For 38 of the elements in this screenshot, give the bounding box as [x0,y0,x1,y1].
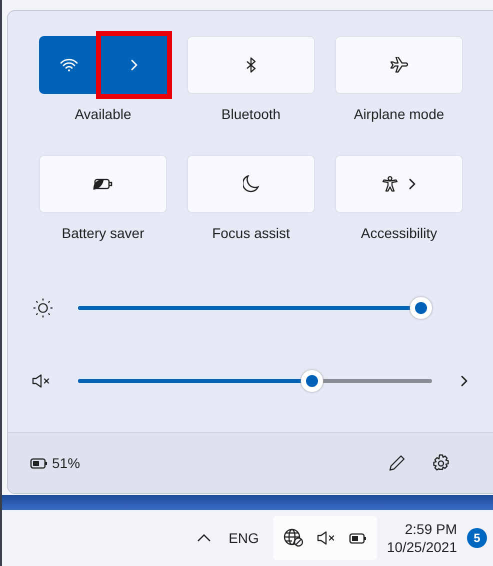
tile-label: Airplane mode [354,106,444,122]
quick-toggle-button[interactable] [335,36,463,94]
globe-blocked-icon [282,528,305,548]
slider-thumb[interactable] [300,370,323,392]
slider-track[interactable] [78,297,432,319]
quick-toggle-button[interactable] [187,36,315,94]
slider-track[interactable] [78,370,432,392]
airplane-icon [389,57,409,73]
chevron-right-icon [460,375,468,387]
battery-saver-icon [92,177,114,191]
battery-percentage: 51% [52,455,80,471]
battery-icon [348,532,367,544]
wifi-icon [60,58,78,72]
pencil-icon [388,454,406,472]
notification-badge: 5 [467,528,487,548]
speaker-muted-icon [32,374,52,388]
brightness-icon [32,298,54,318]
quick-toggle-button[interactable] [39,155,167,213]
tile-label: Available [74,106,132,122]
battery-icon [30,458,48,468]
system-tray-button[interactable] [272,516,377,560]
bluetooth-icon [246,57,256,73]
tile-label: Bluetooth [221,106,281,122]
speaker-muted-icon [316,531,337,545]
tile-label: Battery saver [62,225,144,241]
language-indicator[interactable]: ENG [224,526,263,550]
tile-label: Accessibility [360,225,438,241]
accessibility-icon [382,176,398,192]
quick-toggle-button[interactable] [335,155,463,213]
moon-icon [243,175,259,193]
slider-thumb[interactable] [410,297,432,319]
caret-up-icon [196,534,211,542]
tile-label: Focus assist [212,225,290,241]
chevron-right-icon [408,178,416,190]
quick-toggle-button[interactable] [187,155,315,213]
settings-icon [432,454,450,472]
clock-button[interactable]: 2:59 PM 10/25/2021 [386,520,457,556]
chevron-right-icon [130,59,138,71]
